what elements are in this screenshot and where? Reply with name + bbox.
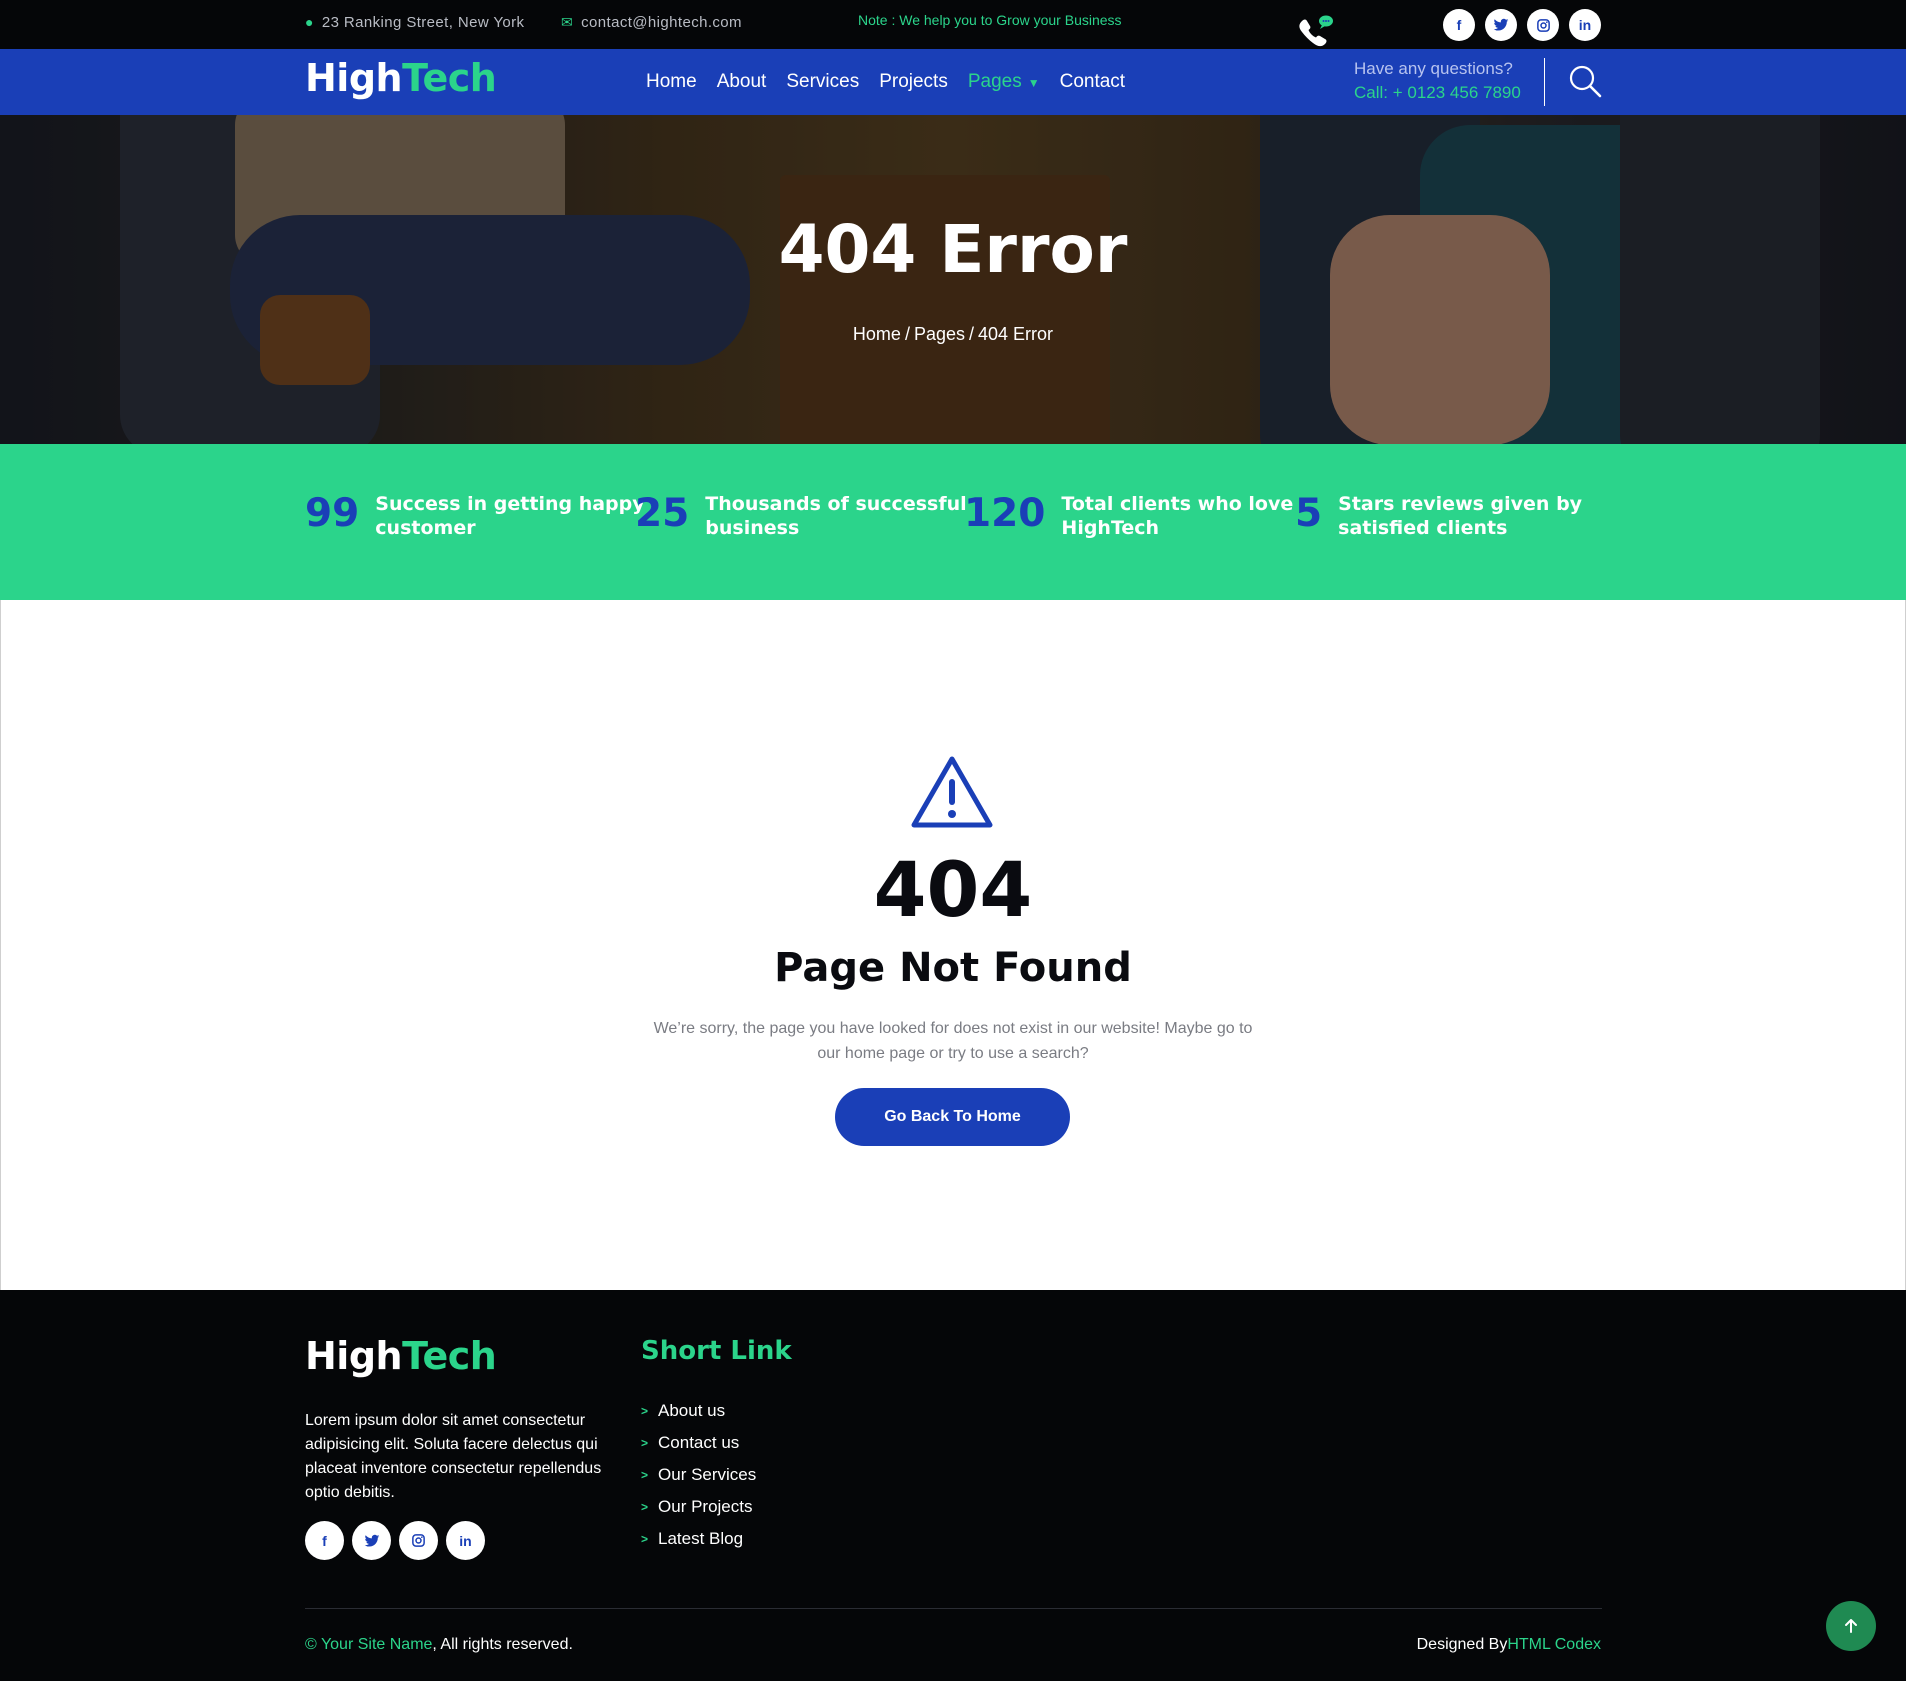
copyright: © Your Site Name, All rights reserved. [305,1636,573,1654]
footer-link-services[interactable]: > Our Services [641,1459,756,1491]
logo-part-tech: Tech [402,56,497,100]
stat-label-line: business [705,517,800,539]
footer-link-label: Contact us [658,1433,740,1452]
footer-link-projects[interactable]: > Our Projects [641,1491,756,1523]
stats-bar: 99 Success in getting happy customer 25 T… [0,444,1906,600]
breadcrumb: Home / Pages/404 Error [852,324,1054,344]
nav-question-text: Have any questions? [1354,59,1513,78]
error-message: We’re sorry, the page you have looked fo… [653,1020,1253,1062]
chevron-right-icon: > [641,1500,649,1514]
stat-label: Total clients who love HighTech [1061,492,1293,540]
facebook-icon[interactable]: f [305,1521,344,1560]
short-link-title: Short Link [641,1336,792,1366]
warning-triangle-icon [911,756,993,828]
designed-by-text: Designed By [1416,1636,1508,1653]
chevron-right-icon: > [641,1436,649,1450]
stat-item: 120 Total clients who love HighTech [964,492,1293,540]
nav-item-pages-label: Pages [967,71,1022,92]
nav-menu: Home About Services Projects Pages ▼ Cont… [646,49,1125,115]
stat-number: 99 [305,491,360,536]
nav-item-services[interactable]: Services [786,71,859,93]
chevron-right-icon: > [641,1404,649,1418]
email-text[interactable]: contact@hightech.com [581,14,742,31]
footer-link-label: Our Projects [658,1497,753,1516]
stat-item: 25 Thousands of successful business [635,492,967,540]
stat-item: 99 Success in getting happy customer [305,492,645,540]
linkedin-icon[interactable]: in [1569,9,1601,41]
instagram-icon[interactable] [399,1521,438,1560]
error-heading: Page Not Found [774,945,1132,991]
back-to-top-button[interactable] [1826,1601,1876,1651]
stat-label-line: Stars reviews given by [1338,493,1583,515]
footer-link-label: Latest Blog [658,1529,744,1548]
stat-label-line: satisfied clients [1338,517,1508,539]
stat-number: 5 [1295,491,1323,536]
map-marker-icon: ● [305,14,314,30]
stat-label: Thousands of successful business [705,492,966,540]
stat-number: 120 [964,491,1046,536]
twitter-icon[interactable] [1485,9,1517,41]
hero-title: 404 Error [778,211,1128,288]
envelope-icon: ✉ [561,13,574,30]
nav-item-pages[interactable]: Pages ▼ [968,71,1040,93]
nav-phone-text[interactable]: Call: + 0123 456 7890 [1354,83,1521,103]
logo-part-tech: Tech [402,1334,497,1378]
error-code: 404 [873,845,1033,934]
stat-item: 5 Stars reviews given by satisfied client… [1295,492,1582,540]
footer [0,1290,1906,1681]
stat-label-line: Thousands of successful [705,493,967,515]
phone-chat-icon [1299,15,1333,47]
instagram-icon[interactable] [1527,9,1559,41]
nav-divider [1544,58,1545,106]
footer-logo[interactable]: HighTech [305,1334,497,1378]
footer-social-links: f in [305,1521,485,1560]
stat-label: Success in getting happy customer [375,492,644,540]
designer-link[interactable]: HTML Codex [1507,1636,1601,1653]
top-bar: ● 23 Ranking Street, New York ✉ contact@… [0,0,1906,49]
twitter-icon[interactable] [352,1521,391,1560]
chevron-right-icon: > [641,1468,649,1482]
logo-part-high: High [305,1334,403,1378]
main-navbar: HighTech Home About Services Projects Pa… [0,49,1906,115]
site-name-link[interactable]: © Your Site Name [305,1636,432,1653]
facebook-icon[interactable]: f [1443,9,1475,41]
hero-banner: 404 Error Home / Pages/404 Error [0,115,1906,444]
nav-item-home[interactable]: Home [646,71,697,93]
copyright-text: , All rights reserved. [432,1636,573,1653]
address-text: 23 Ranking Street, New York [321,13,525,31]
stat-number: 25 [635,491,690,536]
breadcrumb-home[interactable]: Home [853,324,901,344]
footer-description: Lorem ipsum dolor sit amet consectetur a… [305,1412,602,1501]
nav-item-about[interactable]: About [717,71,767,93]
designed-by: Designed ByHTML Codex [1417,1636,1601,1654]
arrow-up-icon [1845,1619,1857,1633]
address-info: ● 23 Ranking Street, New York [305,0,524,44]
breadcrumb-current: 404 Error [978,324,1054,344]
breadcrumb-pages[interactable]: Pages [914,324,965,344]
footer-link-contact[interactable]: > Contact us [641,1427,756,1459]
footer-link-about[interactable]: > About us [641,1395,756,1427]
nav-item-projects[interactable]: Projects [879,71,948,93]
short-link-list: > About us > Contact us > Our Services > Our… [641,1395,756,1555]
stat-label-line: customer [375,517,476,539]
linkedin-icon[interactable]: in [446,1521,485,1560]
nav-item-contact[interactable]: Contact [1060,71,1125,93]
top-social-links: f in [1443,9,1601,41]
stat-label-line: Total clients who love [1061,493,1294,515]
footer-link-blog[interactable]: > Latest Blog [641,1523,756,1555]
footer-link-label: About us [658,1401,726,1420]
footer-divider [305,1608,1602,1609]
email-info[interactable]: ✉ contact@hightech.com [561,0,742,44]
stat-label-line: Success in getting happy [375,493,645,515]
search-icon[interactable] [1568,64,1602,98]
site-logo[interactable]: HighTech [305,56,497,100]
chevron-down-icon: ▼ [1027,76,1040,90]
logo-part-high: High [305,56,403,100]
stat-label: Stars reviews given by satisfied clients [1338,492,1582,540]
go-back-home-button[interactable]: Go Back To Home [835,1088,1070,1146]
stat-label-line: HighTech [1061,517,1160,539]
chevron-right-icon: > [641,1532,649,1546]
top-note: Note : We help you to Grow your Business [858,12,1122,28]
footer-link-label: Our Services [658,1465,757,1484]
